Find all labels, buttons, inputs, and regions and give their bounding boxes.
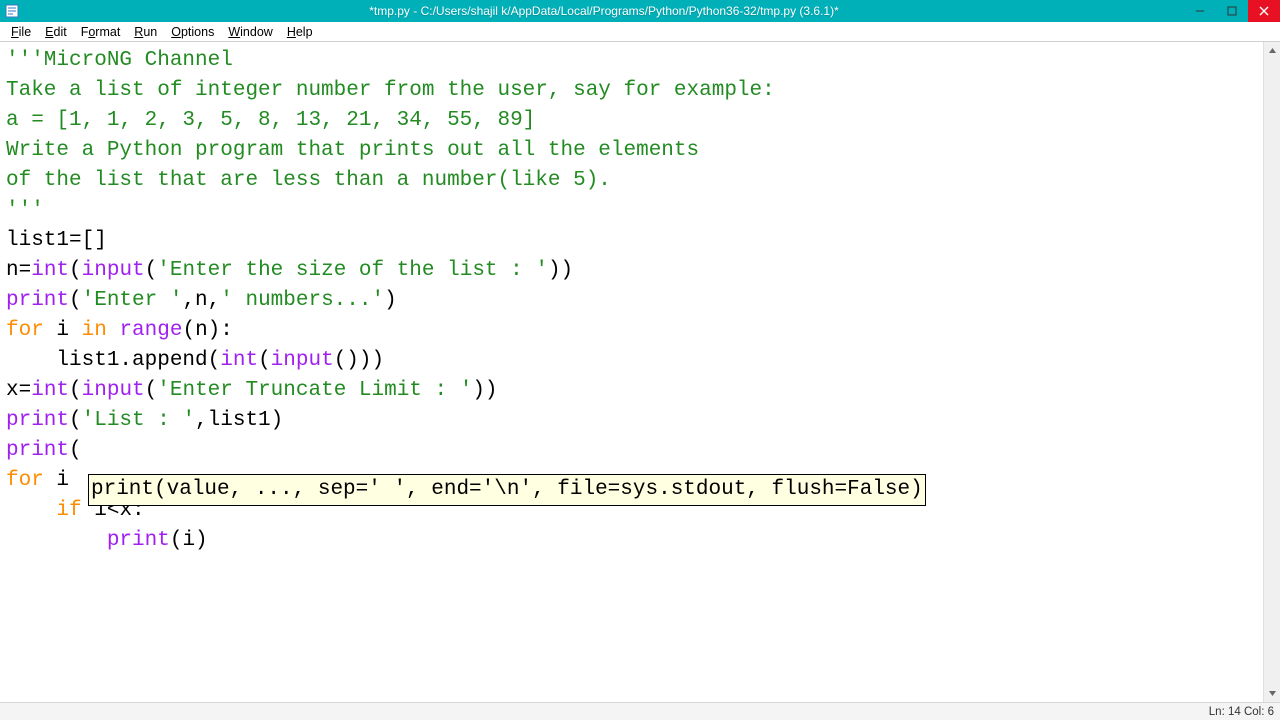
vertical-scrollbar[interactable]	[1263, 42, 1280, 702]
menu-edit[interactable]: Edit	[38, 24, 74, 40]
menu-format[interactable]: Format	[74, 24, 128, 40]
maximize-button[interactable]	[1216, 0, 1248, 22]
minimize-button[interactable]	[1184, 0, 1216, 22]
scroll-up-arrow-icon[interactable]	[1264, 42, 1280, 59]
close-button[interactable]	[1248, 0, 1280, 22]
menu-options[interactable]: Options	[164, 24, 221, 40]
editor-area[interactable]: '''MicroNG Channel Take a list of intege…	[0, 42, 1280, 702]
menu-help[interactable]: Help	[280, 24, 320, 40]
titlebar: *tmp.py - C:/Users/shajil k/AppData/Loca…	[0, 0, 1280, 22]
app-icon	[0, 4, 24, 18]
menubar: File Edit Format Run Options Window Help	[0, 22, 1280, 42]
scroll-down-arrow-icon[interactable]	[1264, 685, 1280, 702]
window-controls	[1184, 0, 1280, 22]
statusbar: Ln: 14 Col: 6	[0, 702, 1280, 720]
menu-file[interactable]: File	[4, 24, 38, 40]
menu-window[interactable]: Window	[221, 24, 279, 40]
calltip-tooltip: print(value, ..., sep=' ', end='\n', fil…	[88, 474, 926, 506]
menu-run[interactable]: Run	[127, 24, 164, 40]
window-title: *tmp.py - C:/Users/shajil k/AppData/Loca…	[24, 4, 1184, 18]
cursor-position: Ln: 14 Col: 6	[1209, 706, 1274, 718]
